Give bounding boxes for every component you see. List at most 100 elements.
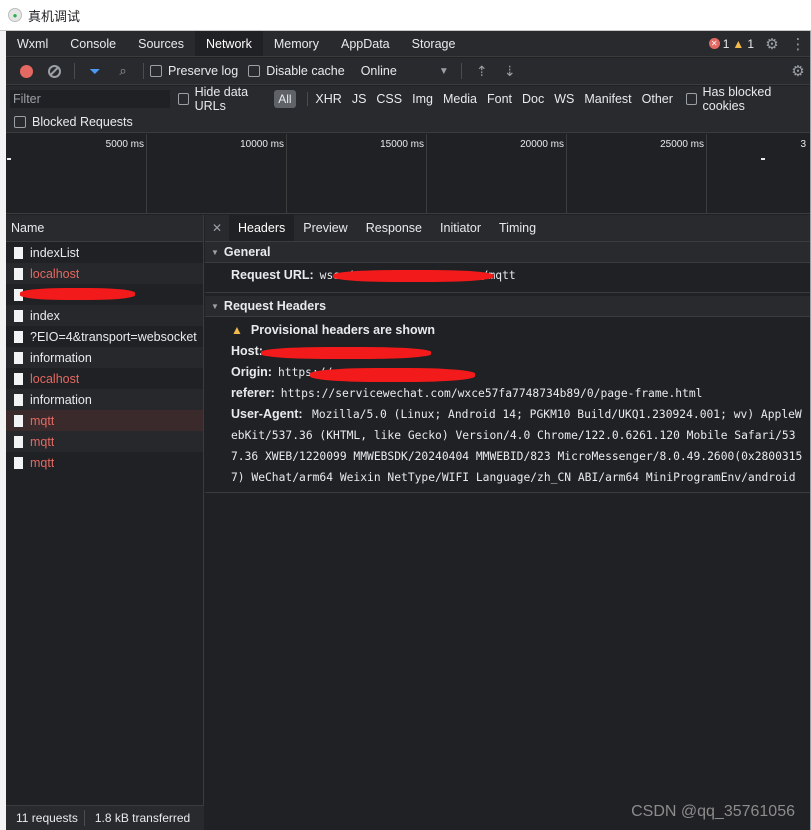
error-icon: ✕ bbox=[708, 38, 720, 49]
tab-timing[interactable]: Timing bbox=[490, 215, 545, 241]
type-filter-js[interactable]: JS bbox=[347, 92, 372, 106]
tab-response[interactable]: Response bbox=[357, 215, 431, 241]
tab-memory[interactable]: Memory bbox=[263, 31, 330, 56]
request-details: ✕ Headers Preview Response Initiator Tim… bbox=[205, 215, 811, 830]
tab-console[interactable]: Console bbox=[59, 31, 127, 56]
hide-data-urls-checkbox[interactable]: Hide data URLs bbox=[178, 85, 270, 113]
document-icon bbox=[14, 435, 23, 448]
overview-tick-label: 20000 ms bbox=[520, 139, 564, 150]
origin-header-row: Origin: https:// bbox=[205, 362, 811, 383]
warning-icon: ▲ bbox=[732, 36, 745, 51]
general-section-header[interactable]: ▼ General bbox=[205, 242, 811, 263]
blocked-requests-checkbox[interactable]: Blocked Requests bbox=[14, 115, 133, 129]
request-row[interactable]: ?EIO=4&transport=websocket bbox=[6, 326, 203, 347]
preserve-log-checkbox[interactable]: Preserve log bbox=[150, 64, 238, 78]
request-row[interactable]: information bbox=[6, 347, 203, 368]
provisional-headers-warning: ▲ Provisional headers are shown bbox=[205, 319, 811, 341]
user-agent-label: User-Agent: bbox=[231, 407, 303, 421]
filter-toggle-button[interactable]: ⏷ bbox=[81, 63, 109, 80]
throttling-select[interactable]: Online ▼ bbox=[355, 64, 455, 78]
clear-icon bbox=[47, 64, 61, 78]
request-name: mqtt bbox=[30, 434, 55, 449]
request-row[interactable]: information bbox=[6, 389, 203, 410]
network-settings-gear-icon[interactable]: ⚙ bbox=[785, 62, 811, 80]
more-menu-icon[interactable]: ⋮ bbox=[785, 31, 811, 56]
document-icon bbox=[14, 372, 23, 385]
request-headers-section-header[interactable]: ▼ Request Headers bbox=[205, 296, 811, 317]
type-filter-other[interactable]: Other bbox=[637, 92, 678, 106]
type-filter-ws[interactable]: WS bbox=[549, 92, 579, 106]
section-divider bbox=[205, 492, 811, 493]
document-icon bbox=[14, 393, 23, 406]
disable-cache-checkbox[interactable]: Disable cache bbox=[248, 64, 345, 78]
request-name: mqtt bbox=[30, 413, 55, 428]
tab-sources[interactable]: Sources bbox=[127, 31, 195, 56]
hide-data-urls-label: Hide data URLs bbox=[194, 85, 249, 113]
type-filter-all[interactable]: All bbox=[274, 90, 296, 108]
import-har-button[interactable]: ⇡ bbox=[468, 63, 496, 80]
request-url-row: Request URL: wss:/ /mqtt bbox=[205, 263, 811, 286]
request-name: ?EIO=4&transport=websocket bbox=[30, 329, 197, 344]
referer-header-row: referer: https://servicewechat.com/wxce5… bbox=[205, 383, 811, 404]
clear-button[interactable] bbox=[40, 64, 68, 78]
export-har-button[interactable]: ⇣ bbox=[496, 63, 524, 80]
checkbox-box bbox=[685, 93, 697, 105]
close-details-icon[interactable]: ✕ bbox=[205, 215, 229, 241]
network-main-panel: Name indexList localhost index ?EIO=4&tr… bbox=[6, 215, 811, 830]
request-row[interactable]: localhost bbox=[6, 263, 203, 284]
user-agent-header-row: User-Agent: Mozilla/5.0 (Linux; Android … bbox=[205, 404, 811, 488]
tab-preview[interactable]: Preview bbox=[294, 215, 356, 241]
request-rows: indexList localhost index ?EIO=4&transpo… bbox=[6, 242, 203, 473]
error-count: 1 bbox=[722, 36, 730, 51]
search-button[interactable]: ⌕ bbox=[109, 63, 137, 79]
request-row[interactable]: mqtt bbox=[6, 431, 203, 452]
settings-gear-icon[interactable]: ⚙ bbox=[759, 31, 785, 56]
has-blocked-cookies-checkbox[interactable]: Has blocked cookies bbox=[685, 85, 801, 113]
request-row[interactable]: localhost bbox=[6, 368, 203, 389]
type-filter-css[interactable]: CSS bbox=[371, 92, 407, 106]
type-filter-font[interactable]: Font bbox=[482, 92, 517, 106]
tab-headers[interactable]: Headers bbox=[229, 215, 295, 241]
overview-tick-label: 10000 ms bbox=[240, 139, 284, 150]
section-divider bbox=[205, 292, 811, 293]
type-filter-doc[interactable]: Doc bbox=[517, 92, 549, 106]
record-button[interactable] bbox=[12, 64, 40, 78]
name-column-header[interactable]: Name bbox=[6, 215, 203, 242]
request-row[interactable] bbox=[6, 284, 203, 305]
tab-initiator[interactable]: Initiator bbox=[431, 215, 490, 241]
document-icon bbox=[14, 456, 23, 469]
tab-storage[interactable]: Storage bbox=[401, 31, 467, 56]
tab-network[interactable]: Network bbox=[194, 31, 263, 56]
type-filter-img[interactable]: Img bbox=[407, 92, 438, 106]
document-icon bbox=[14, 246, 23, 259]
funnel-icon: ⏷ bbox=[89, 62, 101, 79]
has-blocked-cookies-label: Has blocked cookies bbox=[702, 85, 772, 113]
request-name: localhost bbox=[30, 266, 80, 281]
request-row[interactable]: index bbox=[6, 305, 203, 326]
type-filter-xhr[interactable]: XHR bbox=[310, 92, 346, 106]
issues-badge[interactable]: ✕ 1 ▲ 1 bbox=[704, 31, 759, 56]
toolbar-divider bbox=[74, 63, 75, 79]
request-row[interactable]: indexList bbox=[6, 242, 203, 263]
filter-input[interactable] bbox=[10, 90, 170, 108]
tab-wxml[interactable]: Wxml bbox=[6, 31, 59, 56]
redaction-mark bbox=[310, 368, 475, 382]
host-header-row: Host: bbox=[205, 341, 811, 362]
overview-tick-label: 3 bbox=[800, 139, 806, 150]
referer-value: https://servicewechat.com/wxce57fa774873… bbox=[280, 387, 703, 400]
blocked-requests-label: Blocked Requests bbox=[32, 115, 133, 129]
document-icon bbox=[14, 351, 23, 364]
tab-appdata[interactable]: AppData bbox=[330, 31, 401, 56]
redaction-mark bbox=[333, 270, 493, 282]
type-filter-media[interactable]: Media bbox=[438, 92, 482, 106]
overview-tick-label: 5000 ms bbox=[105, 139, 144, 150]
network-overview-timeline[interactable]: 5000 ms 10000 ms 15000 ms 20000 ms 25000… bbox=[6, 134, 811, 214]
request-name: indexList bbox=[30, 245, 80, 260]
detail-tab-bar: ✕ Headers Preview Response Initiator Tim… bbox=[205, 215, 811, 242]
warning-count: 1 bbox=[747, 36, 754, 51]
request-row[interactable]: mqtt bbox=[6, 452, 203, 473]
document-icon bbox=[14, 267, 23, 280]
request-row-selected[interactable]: mqtt bbox=[6, 410, 203, 431]
checkbox-box bbox=[178, 93, 189, 105]
type-filter-manifest[interactable]: Manifest bbox=[579, 92, 636, 106]
